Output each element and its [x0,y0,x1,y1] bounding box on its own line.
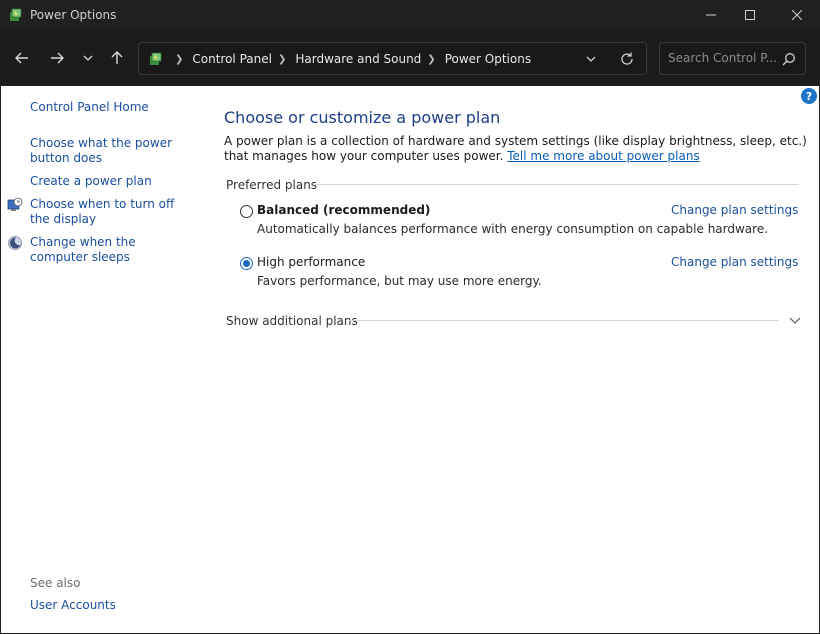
sidebar-item-computer-sleeps[interactable]: Change when the computer sleeps [30,235,190,265]
plan-balanced-radio[interactable] [240,205,253,218]
plan-high-performance-description: Favors performance, but may use more ene… [257,274,542,288]
breadcrumb-hardware-and-sound[interactable]: Hardware and Sound [295,52,421,66]
search-box[interactable] [659,42,806,75]
forward-button[interactable] [45,46,69,70]
plan-balanced-change-settings-link[interactable]: Change plan settings [671,203,798,217]
display-clock-icon [7,197,23,211]
up-button[interactable] [105,46,129,70]
plan-high-performance-change-settings-link[interactable]: Change plan settings [671,255,798,269]
breadcrumb-control-panel[interactable]: Control Panel [192,52,272,66]
preferred-plans-header: Preferred plans [226,178,318,192]
sidebar-item-create-plan[interactable]: Create a power plan [30,174,205,189]
arrow-right-icon [51,52,64,64]
divider [315,184,799,185]
close-icon [792,10,802,20]
breadcrumb-power-options[interactable]: Power Options [445,52,531,66]
learn-more-link[interactable]: Tell me more about power plans [507,149,699,163]
window-title: Power Options [30,8,117,22]
refresh-icon[interactable] [619,51,635,67]
chevron-right-icon: ❯ [175,53,184,65]
navigation-bar: ❯ Control Panel ❯ Hardware and Sound ❯ P… [0,30,820,86]
see-also-label: See also [30,576,81,590]
breadcrumb: ❯ Control Panel ❯ Hardware and Sound ❯ P… [169,52,531,66]
chevron-down-icon [83,55,93,61]
plan-high-performance-radio[interactable] [240,257,253,270]
page-description: A power plan is a collection of hardware… [224,134,809,164]
search-icon[interactable] [782,52,796,66]
plan-balanced-description: Automatically balances performance with … [257,222,769,236]
maximize-button[interactable] [727,0,773,30]
sidebar-item-control-panel-home[interactable]: Control Panel Home [30,100,205,115]
back-button[interactable] [10,46,34,70]
control-panel-icon [150,52,162,65]
show-additional-plans[interactable]: Show additional plans [226,314,358,328]
help-icon[interactable]: ? [801,88,817,104]
address-dropdown-icon[interactable] [583,51,599,67]
close-button[interactable] [774,0,820,30]
sidebar-item-turn-off-display[interactable]: Choose when to turn off the display [30,197,195,227]
sidebar-item-power-button[interactable]: Choose what the power button does [30,136,202,166]
content-area: ? Control Panel Home Choose what the pow… [1,86,819,633]
arrow-up-icon [111,51,123,64]
moon-icon [8,236,22,250]
see-also-user-accounts[interactable]: User Accounts [30,598,205,613]
chevron-right-icon[interactable]: ❯ [278,54,286,65]
power-options-icon [10,8,22,21]
recent-locations-button[interactable] [76,46,100,70]
chevron-right-icon[interactable]: ❯ [427,54,435,65]
arrow-left-icon [15,52,28,64]
page-title: Choose or customize a power plan [224,108,501,127]
minimize-icon [706,14,716,16]
address-bar[interactable]: ❯ Control Panel ❯ Hardware and Sound ❯ P… [138,42,647,75]
search-input[interactable] [668,51,776,65]
plan-balanced-name[interactable]: Balanced (recommended) [257,203,430,217]
title-bar: Power Options [0,0,820,30]
plan-high-performance-name[interactable]: High performance [257,255,365,269]
chevron-down-icon[interactable] [788,313,802,327]
divider [349,320,779,321]
maximize-icon [745,10,755,20]
